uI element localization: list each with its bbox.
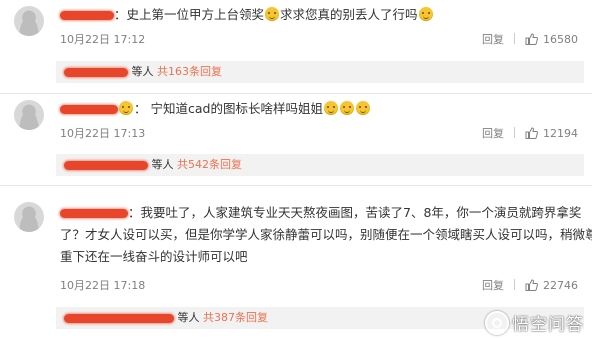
comment-time: 10月22日 17:12 bbox=[60, 33, 146, 46]
like-count: 16580 bbox=[543, 33, 578, 46]
thumbs-up-icon bbox=[525, 127, 538, 139]
comment-text: ： 宁知道cad的图标长啥样吗姐姐 bbox=[60, 98, 371, 120]
comment-text-line-3: 重下还在一线奋斗的设计师可以吧 bbox=[60, 249, 248, 264]
comment-time: 10月22日 17:18 bbox=[60, 279, 146, 292]
comment-text: ：史上第一位甲方上台领奖 求求您真的别丢人了行吗 bbox=[60, 4, 434, 26]
redacted-username[interactable] bbox=[60, 11, 114, 20]
redacted-usernames bbox=[64, 67, 128, 77]
redacted-usernames bbox=[64, 160, 148, 170]
reply-summary[interactable]: 等人 共163条回复 bbox=[56, 61, 584, 83]
thumbs-up-icon bbox=[525, 33, 538, 45]
redacted-usernames bbox=[64, 313, 174, 323]
reply-button[interactable]: 回复 bbox=[482, 279, 504, 292]
reply-button[interactable]: 回复 bbox=[482, 33, 504, 46]
like-button[interactable]: 16580 bbox=[525, 33, 578, 46]
avatar-icon[interactable] bbox=[14, 100, 44, 130]
like-button[interactable]: 22746 bbox=[525, 279, 578, 292]
comment-time: 10月22日 17:13 bbox=[60, 127, 146, 140]
reply-button[interactable]: 回复 bbox=[482, 127, 504, 140]
thumbs-up-icon bbox=[525, 279, 538, 291]
redacted-username[interactable] bbox=[60, 209, 128, 218]
wukong-watermark: 悟空问答 bbox=[485, 310, 584, 335]
emoji-icon bbox=[339, 101, 354, 115]
avatar-icon[interactable] bbox=[14, 202, 44, 232]
reply-count-link[interactable]: 共387条回复 bbox=[203, 311, 268, 324]
redacted-username[interactable] bbox=[60, 105, 118, 114]
reply-count-link[interactable]: 共163条回复 bbox=[157, 65, 222, 78]
reply-summary[interactable]: 等人 共542条回复 bbox=[56, 154, 584, 176]
comment-text-line-1: ：我要吐了，人家建筑专业天天熬夜画图，苦读了7、8年，你一个演员就跨界拿奖 bbox=[60, 202, 581, 224]
avatar-icon[interactable] bbox=[14, 6, 44, 36]
comment-text-line-2: 了？才女人设可以买，但是你学学人家徐静蕾可以吗，别随便在一个领域瞎买人设可以吗，… bbox=[60, 227, 592, 242]
like-count: 22746 bbox=[543, 279, 578, 292]
emoji-icon bbox=[355, 101, 370, 115]
comment-actions: 回复 22746 bbox=[482, 277, 578, 293]
reply-count-link[interactable]: 共542条回复 bbox=[177, 158, 242, 171]
wukong-logo-icon bbox=[485, 311, 509, 335]
comment-actions: 回复 12194 bbox=[482, 125, 578, 141]
like-button[interactable]: 12194 bbox=[525, 127, 578, 140]
like-count: 12194 bbox=[543, 127, 578, 140]
comment-actions: 回复 16580 bbox=[482, 31, 578, 47]
emoji-icon bbox=[418, 7, 433, 21]
comment-divider bbox=[0, 185, 592, 186]
emoji-icon bbox=[265, 7, 280, 21]
comment-divider bbox=[0, 93, 592, 94]
emoji-icon bbox=[119, 101, 133, 115]
watermark-text: 悟空问答 bbox=[512, 315, 584, 335]
emoji-icon bbox=[323, 101, 338, 115]
